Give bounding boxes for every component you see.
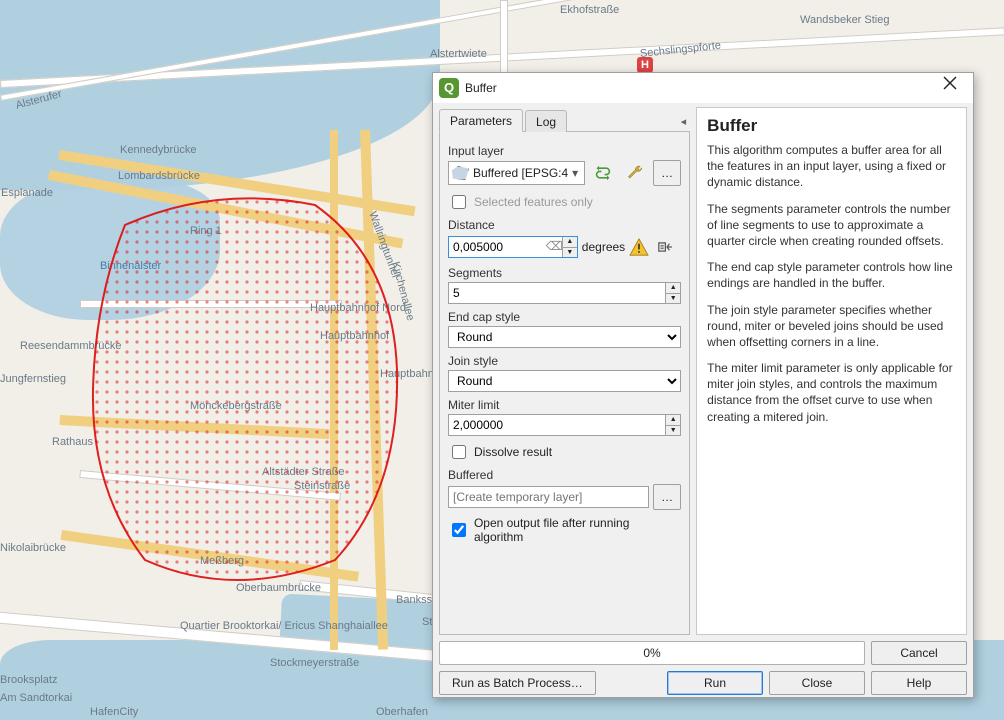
map-label: Alstertwiete xyxy=(430,48,487,60)
map-label: Stockmeyerstraße xyxy=(270,657,359,669)
label-distance: Distance xyxy=(448,218,681,232)
ellipsis-icon: … xyxy=(661,490,673,504)
label-dissolve: Dissolve result xyxy=(474,445,552,459)
map-label: Jungfernstieg xyxy=(0,373,66,385)
map-label: Hauptbahnhof xyxy=(320,330,389,342)
help-paragraph: The end cap style parameter controls how… xyxy=(707,259,956,291)
tab-log[interactable]: Log xyxy=(525,110,567,132)
join-style-select[interactable]: Round xyxy=(448,370,681,392)
clear-distance-button[interactable]: ⌫ xyxy=(546,239,560,253)
help-pane: Buffer This algorithm computes a buffer … xyxy=(696,107,967,635)
cancel-button[interactable]: Cancel xyxy=(871,641,967,665)
label-segments: Segments xyxy=(448,266,681,280)
help-paragraph: The segments parameter controls the numb… xyxy=(707,201,956,250)
parameters-pane: Parameters Log ◂ Input layer Buffered [E… xyxy=(439,107,690,635)
map-label: Steinstraße xyxy=(294,480,350,492)
segments-spinner[interactable]: ▲▼ xyxy=(665,283,680,303)
close-icon xyxy=(943,76,957,90)
run-batch-button[interactable]: Run as Batch Process… xyxy=(439,671,596,695)
map-label: Wandsbeker Stieg xyxy=(800,14,889,26)
map-label: Ekhofstraße xyxy=(560,4,619,16)
wrench-icon xyxy=(626,164,644,182)
tab-parameters[interactable]: Parameters xyxy=(439,109,523,132)
parameters-form: Input layer Buffered [EPSG:4 ▾ … xyxy=(439,132,690,635)
help-title: Buffer xyxy=(707,116,956,136)
selected-features-only-checkbox[interactable] xyxy=(452,195,466,209)
close-button[interactable] xyxy=(943,76,967,100)
distance-unit: degrees xyxy=(582,240,625,254)
advanced-options-button[interactable] xyxy=(621,160,649,186)
map-label: Reesendammbrücke xyxy=(20,340,122,352)
label-end-cap: End cap style xyxy=(448,310,681,324)
label-join-style: Join style xyxy=(448,354,681,368)
buffer-dialog: Buffer Parameters Log ◂ Input layer Buff… xyxy=(432,72,974,698)
select-layer-button[interactable]: … xyxy=(653,160,681,186)
qgis-app-icon xyxy=(439,78,459,98)
label-buffered: Buffered xyxy=(448,468,681,482)
input-layer-combo[interactable]: Buffered [EPSG:4 ▾ xyxy=(448,161,585,185)
map-label: Quartier Brooktorkai/ Ericus Shanghaiall… xyxy=(180,620,388,632)
map-label: Am Sandtorkai xyxy=(0,692,72,704)
progress-bar: 0% xyxy=(439,641,865,665)
crs-warning-icon xyxy=(629,238,649,256)
help-paragraph: The join style parameter specifies wheth… xyxy=(707,302,956,351)
miter-limit-input[interactable] xyxy=(448,414,681,436)
segments-input[interactable] xyxy=(448,282,681,304)
miter-limit-spinner[interactable]: ▲▼ xyxy=(665,415,680,435)
label-miter-limit: Miter limit xyxy=(448,398,681,412)
map-label: Esplanade xyxy=(1,187,53,199)
map-label: Oberhafen xyxy=(376,706,428,718)
output-browse-button[interactable]: … xyxy=(653,484,681,510)
run-button[interactable]: Run xyxy=(667,671,763,695)
polygon-layer-icon xyxy=(451,166,469,180)
map-label: Oberbaumbrücke xyxy=(236,582,321,594)
distance-spinner[interactable]: ▲▼ xyxy=(562,237,577,257)
chevron-down-icon: ▾ xyxy=(568,166,582,180)
map-label: Brooksplatz xyxy=(0,674,57,686)
progress-label: 0% xyxy=(440,642,864,664)
map-label: Hauptbahnhof Nord xyxy=(310,302,406,314)
data-defined-override-button[interactable] xyxy=(653,234,681,260)
iterate-features-button[interactable] xyxy=(589,160,617,186)
map-label: Nikolaibrücke xyxy=(0,542,66,554)
map-label: Binnenalster xyxy=(100,260,161,272)
collapse-help-icon[interactable]: ◂ xyxy=(681,115,691,131)
map-label: Altstädter Straße xyxy=(262,466,345,478)
dissolve-result-checkbox[interactable] xyxy=(452,445,466,459)
map-label: Ring 1 xyxy=(190,225,222,237)
help-paragraph: This algorithm computes a buffer area fo… xyxy=(707,142,956,191)
map-label: Rathaus xyxy=(52,436,93,448)
hospital-marker-icon: H xyxy=(637,57,653,73)
dialog-title: Buffer xyxy=(465,81,943,95)
map-label: Mönckebergstraße xyxy=(190,400,282,412)
label-input-layer: Input layer xyxy=(448,144,681,158)
help-paragraph: The miter limit parameter is only applic… xyxy=(707,360,956,425)
end-cap-select[interactable]: Round xyxy=(448,326,681,348)
map-label: Kennedybrücke xyxy=(120,144,196,156)
iterate-icon xyxy=(593,165,613,181)
ellipsis-icon: … xyxy=(661,166,673,180)
map-label: HafenCity xyxy=(90,706,138,718)
help-button[interactable]: Help xyxy=(871,671,967,695)
output-path-input[interactable] xyxy=(448,486,649,508)
open-output-checkbox[interactable] xyxy=(452,523,466,537)
dialog-titlebar: Buffer xyxy=(433,73,973,103)
map-label: Meßberg xyxy=(200,555,244,567)
data-defined-icon xyxy=(658,239,676,255)
close-dialog-button[interactable]: Close xyxy=(769,671,865,695)
map-label: Lombardsbrücke xyxy=(118,170,200,182)
label-open-output: Open output file after running algorithm xyxy=(474,516,681,544)
label-selected-only: Selected features only xyxy=(474,195,593,209)
